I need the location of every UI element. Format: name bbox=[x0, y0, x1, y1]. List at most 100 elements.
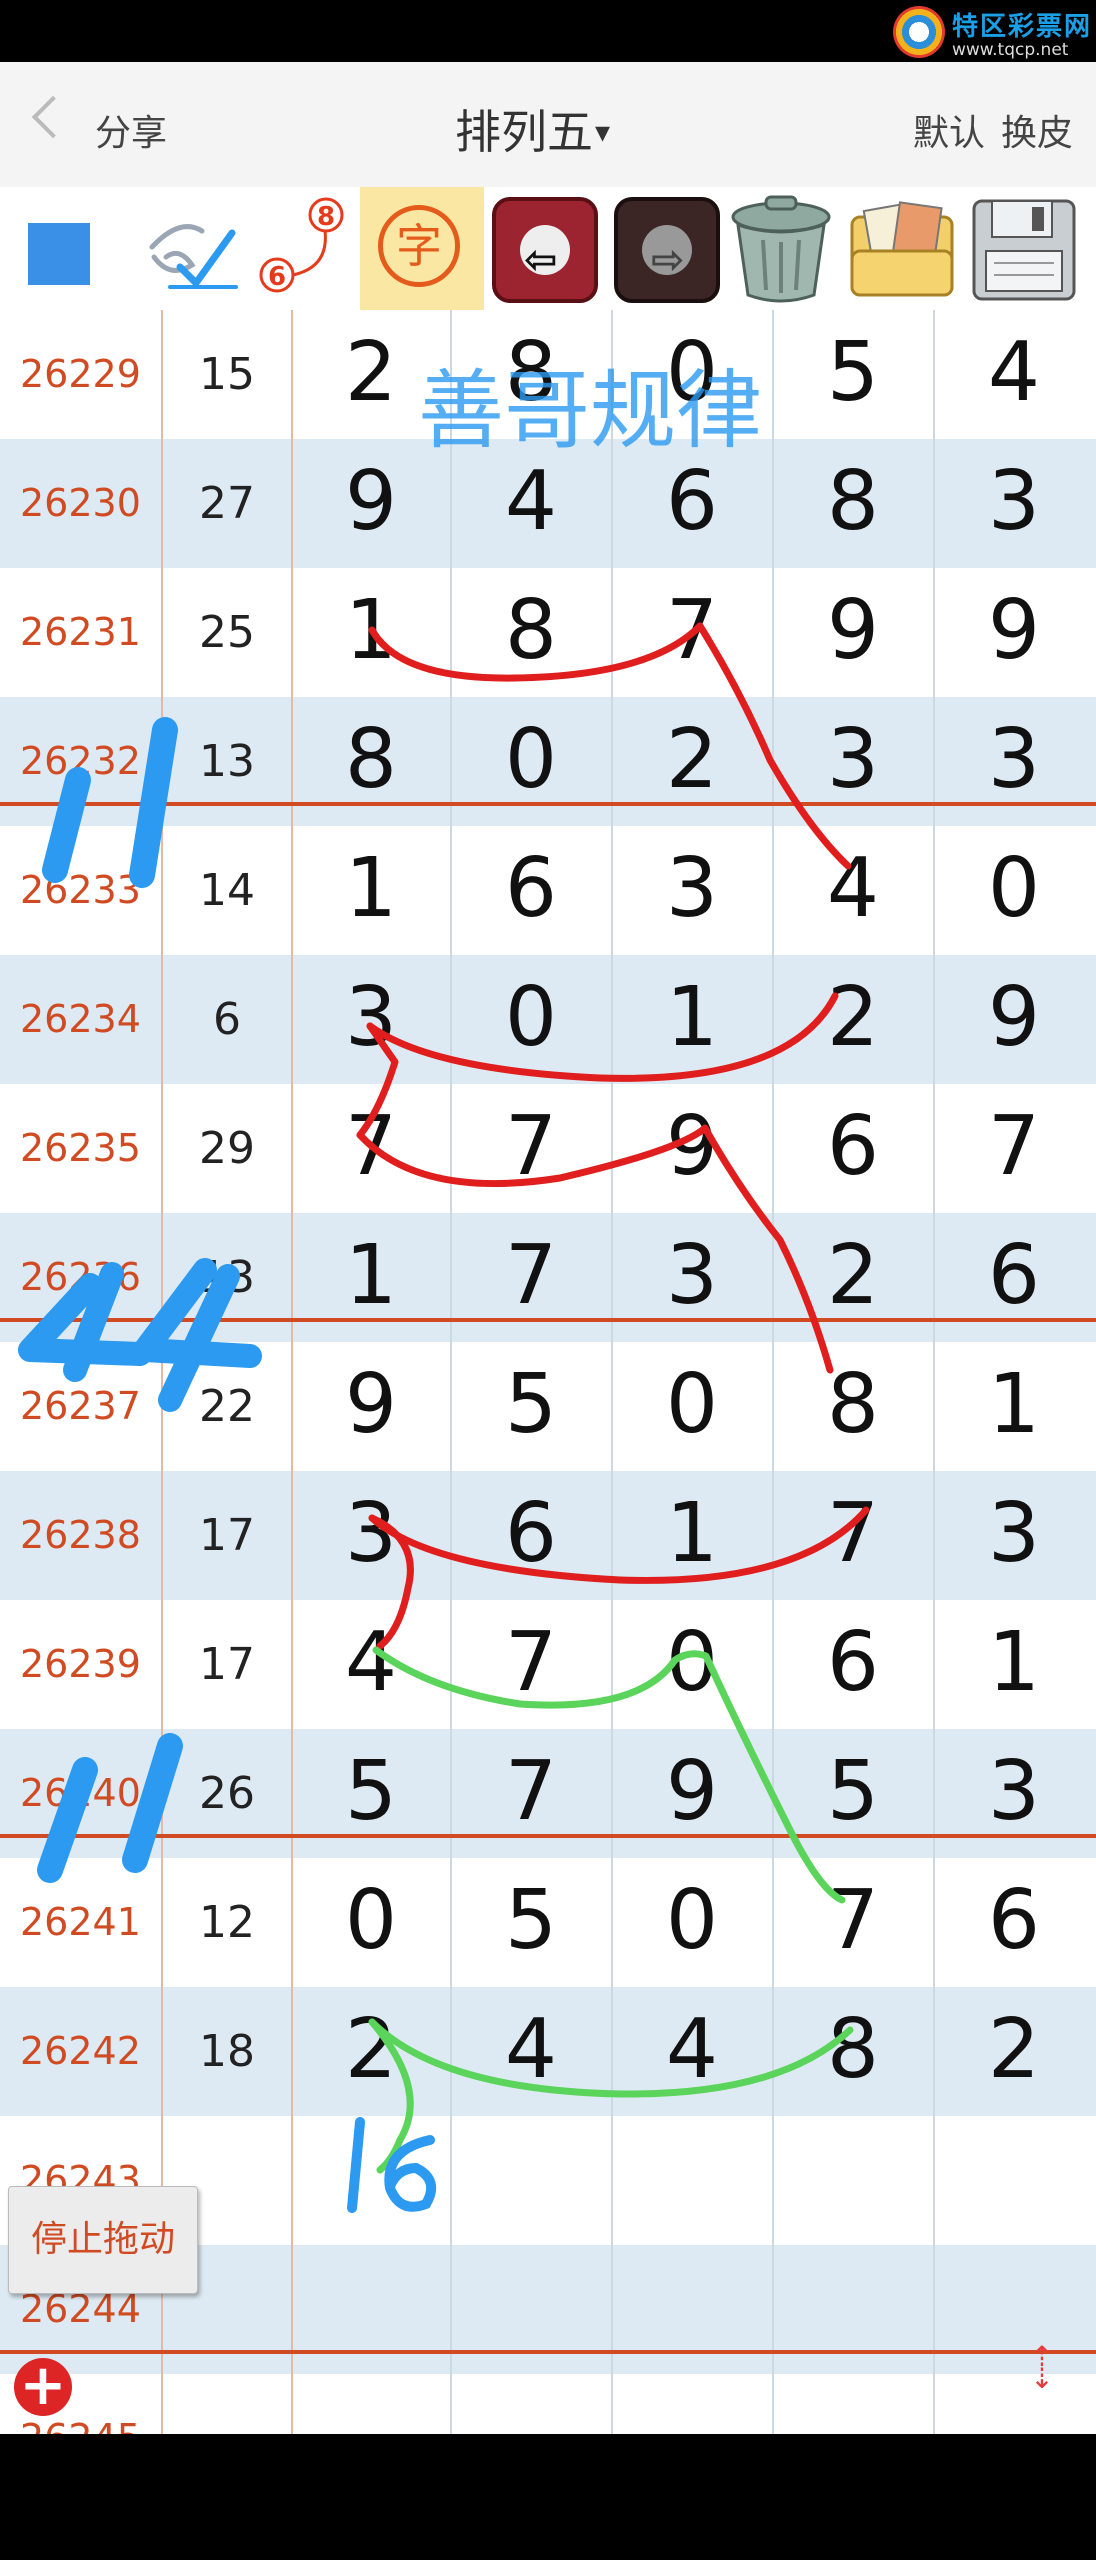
digit-cell[interactable] bbox=[773, 2116, 933, 2245]
digit-cell[interactable]: 0 bbox=[291, 1858, 451, 1987]
digit-cell[interactable]: 1 bbox=[291, 826, 451, 955]
digit-cell[interactable]: 7 bbox=[451, 1084, 611, 1213]
digit-cell[interactable]: 7 bbox=[773, 1471, 933, 1600]
table-row[interactable]: 26240 26 5 7 9 5 3 bbox=[0, 1729, 1096, 1858]
digit-cell[interactable]: 3 bbox=[773, 697, 933, 826]
digit-cell[interactable]: 0 bbox=[612, 1342, 772, 1471]
digit-cell[interactable]: 5 bbox=[451, 1858, 611, 1987]
digit-cell[interactable]: 3 bbox=[291, 955, 451, 1084]
table-row[interactable]: 26237 22 9 5 0 8 1 bbox=[0, 1342, 1096, 1471]
digit-cell[interactable]: 2 bbox=[291, 1987, 451, 2116]
results-table[interactable]: 26229 15 2 8 0 5 4 26230 27 9 4 6 8 3 26231 25 1 8 7 9 9 2623… bbox=[0, 310, 1096, 2434]
digit-cell[interactable]: 1 bbox=[612, 955, 772, 1084]
blue-square-icon[interactable] bbox=[28, 223, 90, 285]
digit-cell[interactable]: 7 bbox=[773, 1858, 933, 1987]
digit-cell[interactable]: 5 bbox=[451, 1342, 611, 1471]
gallery-folder-icon[interactable] bbox=[846, 195, 958, 303]
digit-cell[interactable]: 2 bbox=[934, 1987, 1094, 2116]
digit-cell[interactable]: 1 bbox=[291, 568, 451, 697]
digit-cell[interactable]: 0 bbox=[612, 1600, 772, 1729]
digit-cell[interactable]: 8 bbox=[773, 1987, 933, 2116]
digit-cell[interactable]: 5 bbox=[773, 310, 933, 439]
digit-cell[interactable]: 5 bbox=[291, 1729, 451, 1858]
digit-cell[interactable]: 8 bbox=[291, 697, 451, 826]
digit-cell[interactable]: 6 bbox=[773, 1600, 933, 1729]
table-row[interactable]: 26230 27 9 4 6 8 3 bbox=[0, 439, 1096, 568]
digit-cell[interactable]: 2 bbox=[773, 955, 933, 1084]
trash-icon[interactable] bbox=[728, 195, 834, 303]
digit-cell[interactable]: 3 bbox=[934, 439, 1094, 568]
add-icon[interactable]: + bbox=[14, 2358, 72, 2416]
digit-cell[interactable]: 2 bbox=[773, 1213, 933, 1342]
digit-cell[interactable] bbox=[291, 2245, 451, 2374]
pen-tool-icon[interactable] bbox=[140, 187, 250, 310]
lottery-selector[interactable]: 排列五▾ bbox=[455, 96, 610, 162]
digit-cell[interactable] bbox=[451, 2374, 611, 2434]
change-skin-button[interactable]: 换皮 bbox=[1001, 104, 1073, 156]
digit-cell[interactable]: 7 bbox=[451, 1213, 611, 1342]
table-row[interactable]: 26236 13 1 7 3 2 6 bbox=[0, 1213, 1096, 1342]
digit-cell[interactable]: 7 bbox=[934, 1084, 1094, 1213]
digit-cell[interactable] bbox=[773, 2374, 933, 2434]
table-row[interactable]: 26235 29 7 7 9 6 7 bbox=[0, 1084, 1096, 1213]
digit-cell[interactable]: 3 bbox=[934, 697, 1094, 826]
back-chevron-icon[interactable] bbox=[31, 95, 75, 139]
digit-cell[interactable]: 3 bbox=[612, 826, 772, 955]
digit-cell[interactable]: 8 bbox=[773, 439, 933, 568]
digit-cell[interactable]: 9 bbox=[612, 1084, 772, 1213]
digit-cell[interactable]: 9 bbox=[291, 439, 451, 568]
digit-cell[interactable] bbox=[612, 2374, 772, 2434]
digit-cell[interactable]: 3 bbox=[612, 1213, 772, 1342]
digit-cell[interactable]: 4 bbox=[451, 439, 611, 568]
digit-cell[interactable]: 8 bbox=[451, 568, 611, 697]
digit-cell[interactable]: 0 bbox=[451, 955, 611, 1084]
digit-cell[interactable]: 8 bbox=[451, 310, 611, 439]
previous-button[interactable]: ⇦ bbox=[492, 197, 598, 303]
digit-cell[interactable]: 2 bbox=[291, 310, 451, 439]
text-tool-button[interactable]: 字 bbox=[360, 187, 484, 310]
table-row[interactable]: 26234 6 3 0 1 2 9 bbox=[0, 955, 1096, 1084]
stop-drag-button[interactable]: 停止拖动 bbox=[8, 2186, 198, 2294]
share-button[interactable]: 分享 bbox=[95, 104, 167, 156]
digit-cell[interactable] bbox=[451, 2116, 611, 2245]
digit-cell[interactable]: 0 bbox=[451, 697, 611, 826]
digit-cell[interactable]: 6 bbox=[451, 1471, 611, 1600]
table-row[interactable]: 26238 17 3 6 1 7 3 bbox=[0, 1471, 1096, 1600]
digit-cell[interactable]: 3 bbox=[934, 1729, 1094, 1858]
digit-cell[interactable]: 5 bbox=[773, 1729, 933, 1858]
digit-cell[interactable] bbox=[612, 2116, 772, 2245]
redo-icon[interactable]: 8 6 bbox=[255, 187, 355, 310]
digit-cell[interactable] bbox=[451, 2245, 611, 2374]
digit-cell[interactable]: 0 bbox=[612, 310, 772, 439]
digit-cell[interactable]: 7 bbox=[291, 1084, 451, 1213]
digit-cell[interactable] bbox=[291, 2116, 451, 2245]
next-button[interactable]: ⇨ bbox=[614, 197, 720, 303]
digit-cell[interactable]: 9 bbox=[291, 1342, 451, 1471]
digit-cell[interactable] bbox=[612, 2245, 772, 2374]
digit-cell[interactable]: 8 bbox=[773, 1342, 933, 1471]
digit-cell[interactable]: 1 bbox=[612, 1471, 772, 1600]
digit-cell[interactable]: 4 bbox=[773, 826, 933, 955]
scroll-toggle-icon[interactable]: ⇡ ⇣ bbox=[1012, 2343, 1072, 2416]
digit-cell[interactable]: 1 bbox=[291, 1213, 451, 1342]
digit-cell[interactable]: 1 bbox=[934, 1342, 1094, 1471]
table-row[interactable]: 26229 15 2 8 0 5 4 bbox=[0, 310, 1096, 439]
table-row[interactable]: 26245 bbox=[0, 2374, 1096, 2434]
digit-cell[interactable]: 2 bbox=[612, 697, 772, 826]
digit-cell[interactable]: 9 bbox=[612, 1729, 772, 1858]
digit-cell[interactable]: 9 bbox=[934, 568, 1094, 697]
digit-cell[interactable] bbox=[934, 2116, 1094, 2245]
digit-cell[interactable]: 1 bbox=[934, 1600, 1094, 1729]
digit-cell[interactable]: 6 bbox=[934, 1213, 1094, 1342]
digit-cell[interactable]: 7 bbox=[451, 1600, 611, 1729]
digit-cell[interactable]: 6 bbox=[934, 1858, 1094, 1987]
table-row[interactable]: 26233 14 1 6 3 4 0 bbox=[0, 826, 1096, 955]
digit-cell[interactable] bbox=[773, 2245, 933, 2374]
digit-cell[interactable]: 3 bbox=[291, 1471, 451, 1600]
digit-cell[interactable]: 9 bbox=[773, 568, 933, 697]
digit-cell[interactable]: 6 bbox=[451, 826, 611, 955]
table-row[interactable]: 26231 25 1 8 7 9 9 bbox=[0, 568, 1096, 697]
digit-cell[interactable]: 0 bbox=[934, 826, 1094, 955]
save-disk-icon[interactable] bbox=[968, 195, 1080, 305]
digit-cell[interactable]: 3 bbox=[934, 1471, 1094, 1600]
